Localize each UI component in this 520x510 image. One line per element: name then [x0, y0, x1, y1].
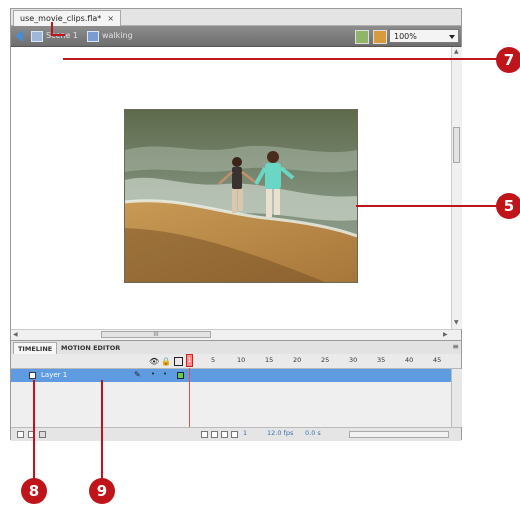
frame-rate-readout[interactable]: 12.0 fps [267, 429, 293, 437]
outline-icon[interactable] [174, 357, 183, 366]
elapsed-time-readout: 0.0 s [305, 429, 321, 437]
beach-photo[interactable] [124, 109, 358, 283]
frame-number: 40 [405, 356, 414, 364]
delete-layer-icon[interactable] [39, 431, 46, 438]
close-icon[interactable]: × [107, 11, 114, 26]
callout-badge-8: 8 [21, 478, 47, 504]
horizontal-scroll-thumb[interactable]: III [101, 331, 211, 338]
scroll-right-icon[interactable]: ▶ [443, 331, 448, 338]
frame-number: 45 [433, 356, 442, 364]
callout-badge-5: 5 [496, 193, 520, 219]
back-arrow-icon[interactable] [15, 30, 23, 42]
frame-number: 25 [321, 356, 330, 364]
scroll-up-icon[interactable]: ▲ [454, 48, 459, 55]
stage-area[interactable] [11, 47, 451, 329]
zoom-select[interactable]: 100% [389, 29, 459, 43]
edit-symbols-icon[interactable] [355, 30, 369, 44]
callout-8-line [33, 380, 35, 480]
document-tab[interactable]: use_movie_clips.fla* × [13, 10, 122, 26]
current-frame-readout: 1 [243, 429, 248, 437]
document-tab-bar: use_movie_clips.fla* × [11, 9, 461, 26]
onion-skin-icon[interactable] [211, 431, 218, 438]
panel-tab-bar: TIMELINE MOTION EDITOR ≡ [11, 340, 461, 355]
layer-name[interactable]: Layer 1 [41, 369, 67, 382]
callout-badge-7: 7 [496, 47, 520, 73]
timeline-empty-area [11, 383, 451, 427]
edit-multiple-frames-icon[interactable] [231, 431, 238, 438]
edit-scene-icon[interactable] [373, 30, 387, 44]
symbol-label: walking [102, 31, 133, 40]
frame-number: 20 [293, 356, 302, 364]
frame-number: 15 [265, 356, 274, 364]
chevron-down-icon [449, 35, 455, 39]
outline-color-swatch[interactable] [177, 372, 184, 379]
edit-bar: Scene 1 walking 100% [11, 26, 461, 47]
frame-number: 10 [237, 356, 246, 364]
vertical-scroll-thumb[interactable] [453, 127, 460, 163]
layer-row[interactable]: Layer 1 ✎ • • [11, 369, 461, 397]
onion-skin-outlines-icon[interactable] [221, 431, 228, 438]
callout-7-line [63, 58, 503, 60]
frame-number: 30 [349, 356, 358, 364]
timeline-panel: 👁 🔒 1 5 10 15 20 25 30 35 40 45 Layer 1 … [11, 354, 462, 441]
frame-number: 5 [211, 356, 216, 364]
callout-9-line [101, 380, 103, 480]
timeline-horizontal-scrollbar[interactable] [349, 431, 449, 438]
frame-number: 35 [377, 356, 386, 364]
timeline-footer: 1 12.0 fps 0.0 s [11, 427, 461, 441]
panel-menu-icon[interactable]: ≡ [452, 342, 459, 351]
stage-horizontal-scrollbar[interactable]: ◀ III ▶ [11, 329, 461, 340]
scroll-down-icon[interactable]: ▼ [454, 319, 459, 326]
callout-7-corner [51, 22, 65, 36]
center-frame-icon[interactable] [201, 431, 208, 438]
timeline-vertical-scrollbar[interactable] [451, 369, 462, 427]
zoom-value: 100% [394, 32, 417, 41]
beach-photo-image [125, 110, 357, 282]
stage-vertical-scrollbar[interactable]: ▲ ▼ [451, 47, 462, 329]
scroll-left-icon[interactable]: ◀ [13, 331, 18, 338]
eye-icon[interactable]: 👁 [149, 357, 159, 366]
lock-dot[interactable]: • [163, 370, 167, 378]
flash-document-window: use_movie_clips.fla* × Scene 1 walking 1… [10, 8, 462, 441]
breadcrumb-symbol[interactable]: walking [87, 29, 133, 43]
tab-motion-editor[interactable]: MOTION EDITOR [57, 342, 124, 354]
lock-icon[interactable]: 🔒 [161, 357, 171, 366]
new-layer-icon[interactable] [17, 431, 24, 438]
callout-5-line [356, 205, 498, 207]
frame-ruler[interactable]: 5 10 15 20 25 30 35 40 45 [186, 354, 461, 368]
layer-icon [29, 372, 36, 379]
scene-icon [31, 30, 43, 42]
callout-badge-9: 9 [89, 478, 115, 504]
timeline-header: 👁 🔒 1 5 10 15 20 25 30 35 40 45 [11, 354, 461, 369]
visibility-dot[interactable]: • [151, 370, 155, 378]
pencil-icon: ✎ [134, 370, 141, 379]
movie-clip-icon [87, 30, 99, 42]
